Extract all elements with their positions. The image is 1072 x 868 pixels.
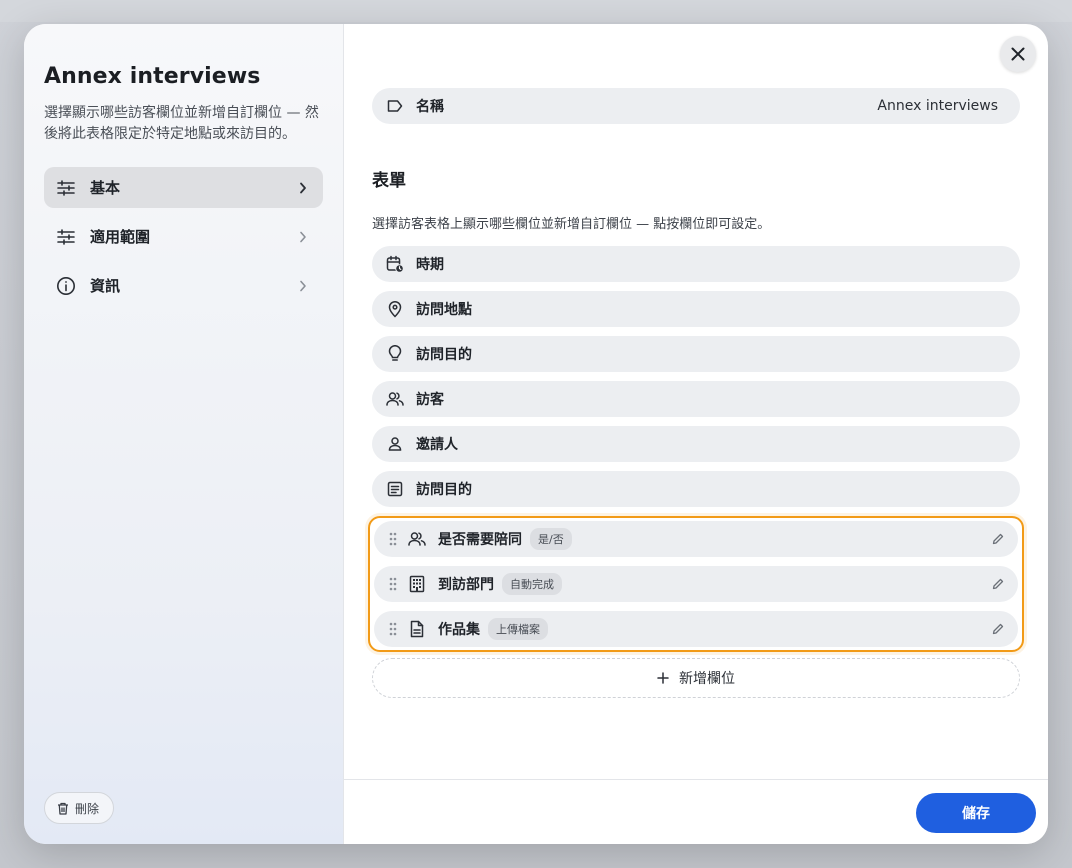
dialog-title: Annex interviews <box>44 64 261 89</box>
sidebar-item-scope[interactable]: 適用範圍 <box>44 216 323 257</box>
dialog-sidebar: Annex interviews 選擇顯示哪些訪客欄位並新增自訂欄位 — 然後將… <box>24 24 344 844</box>
close-icon <box>1011 47 1025 61</box>
info-icon <box>56 276 76 296</box>
field-type-badge: 上傳檔案 <box>488 618 548 640</box>
field-label: 訪問目的 <box>416 482 472 498</box>
drag-handle-icon[interactable] <box>386 620 400 638</box>
field-inviter[interactable]: 邀請人 <box>372 426 1020 462</box>
add-field-button[interactable]: 新增欄位 <box>372 658 1020 698</box>
close-button[interactable] <box>1000 36 1036 72</box>
delete-label: 刪除 <box>75 801 100 816</box>
lightbulb-icon <box>386 345 404 363</box>
file-icon <box>408 620 426 638</box>
tag-icon <box>386 97 404 115</box>
form-field-list: 時期 訪問地點 訪問目的 訪客 邀請人 訪問目的 是否需要陪同 是/否 到訪部門… <box>368 246 1024 698</box>
custom-field-department[interactable]: 到訪部門 自動完成 <box>374 566 1018 602</box>
field-period[interactable]: 時期 <box>372 246 1020 282</box>
form-section-title: 表單 <box>372 171 406 191</box>
drag-handle-icon[interactable] <box>386 530 400 548</box>
sidebar-nav: 基本 適用範圍 資訊 <box>44 167 323 306</box>
custom-field-escort[interactable]: 是否需要陪同 是/否 <box>374 521 1018 557</box>
dialog-content: 名稱 Annex interviews 表單 選擇訪客表格上顯示哪些欄位並新增自… <box>368 88 1024 698</box>
edit-pencil-icon[interactable] <box>990 531 1006 547</box>
sidebar-item-label: 基本 <box>90 179 121 197</box>
dialog-footer: 儲存 <box>344 779 1048 844</box>
field-type-badge: 自動完成 <box>502 573 562 595</box>
building-icon <box>408 575 426 593</box>
dialog-description: 選擇顯示哪些訪客欄位並新增自訂欄位 — 然後將此表格限定於特定地點或來訪目的。 <box>44 105 319 142</box>
sidebar-item-basic[interactable]: 基本 <box>44 167 323 208</box>
name-field-label: 名稱 <box>416 99 444 115</box>
field-visitor[interactable]: 訪客 <box>372 381 1020 417</box>
users-icon <box>386 390 404 408</box>
field-visit-purpose-text[interactable]: 訪問目的 <box>372 471 1020 507</box>
drag-handle-icon[interactable] <box>386 575 400 593</box>
custom-fields-group: 是否需要陪同 是/否 到訪部門 自動完成 作品集 上傳檔案 <box>368 516 1024 652</box>
field-label: 訪問目的 <box>416 347 472 363</box>
location-pin-icon <box>386 300 404 318</box>
field-label: 到訪部門 <box>438 577 494 593</box>
field-visit-purpose[interactable]: 訪問目的 <box>372 336 1020 372</box>
chevron-right-icon <box>295 180 311 196</box>
field-visit-location[interactable]: 訪問地點 <box>372 291 1020 327</box>
form-section-description: 選擇訪客表格上顯示哪些欄位並新增自訂欄位 — 點按欄位即可設定。 <box>372 217 771 232</box>
field-label: 邀請人 <box>416 437 458 453</box>
name-field-value: Annex interviews <box>877 98 998 114</box>
add-field-label: 新增欄位 <box>679 671 735 687</box>
sliders-icon <box>56 178 76 198</box>
save-button[interactable]: 儲存 <box>916 793 1036 833</box>
calendar-clock-icon <box>386 255 404 273</box>
trash-icon <box>57 802 69 815</box>
sidebar-item-info[interactable]: 資訊 <box>44 265 323 306</box>
edit-pencil-icon[interactable] <box>990 621 1006 637</box>
custom-field-portfolio[interactable]: 作品集 上傳檔案 <box>374 611 1018 647</box>
dialog-main: 名稱 Annex interviews 表單 選擇訪客表格上顯示哪些欄位並新增自… <box>344 24 1048 844</box>
plus-icon <box>657 672 669 684</box>
field-label: 時期 <box>416 257 444 273</box>
sidebar-item-label: 資訊 <box>90 277 121 295</box>
sidebar-item-label: 適用範圍 <box>90 228 151 246</box>
sliders-icon <box>56 227 76 247</box>
chevron-right-icon <box>295 278 311 294</box>
user-icon <box>386 435 404 453</box>
users-icon <box>408 530 426 548</box>
name-field[interactable]: 名稱 Annex interviews <box>372 88 1020 124</box>
edit-form-dialog: Annex interviews 選擇顯示哪些訪客欄位並新增自訂欄位 — 然後將… <box>24 24 1048 844</box>
delete-button[interactable]: 刪除 <box>44 792 115 824</box>
field-label: 作品集 <box>438 622 480 638</box>
chevron-right-icon <box>295 229 311 245</box>
document-lines-icon <box>386 480 404 498</box>
field-label: 訪客 <box>416 392 444 408</box>
field-label: 訪問地點 <box>416 302 472 318</box>
field-type-badge: 是/否 <box>530 528 572 550</box>
field-label: 是否需要陪同 <box>438 532 522 548</box>
edit-pencil-icon[interactable] <box>990 576 1006 592</box>
